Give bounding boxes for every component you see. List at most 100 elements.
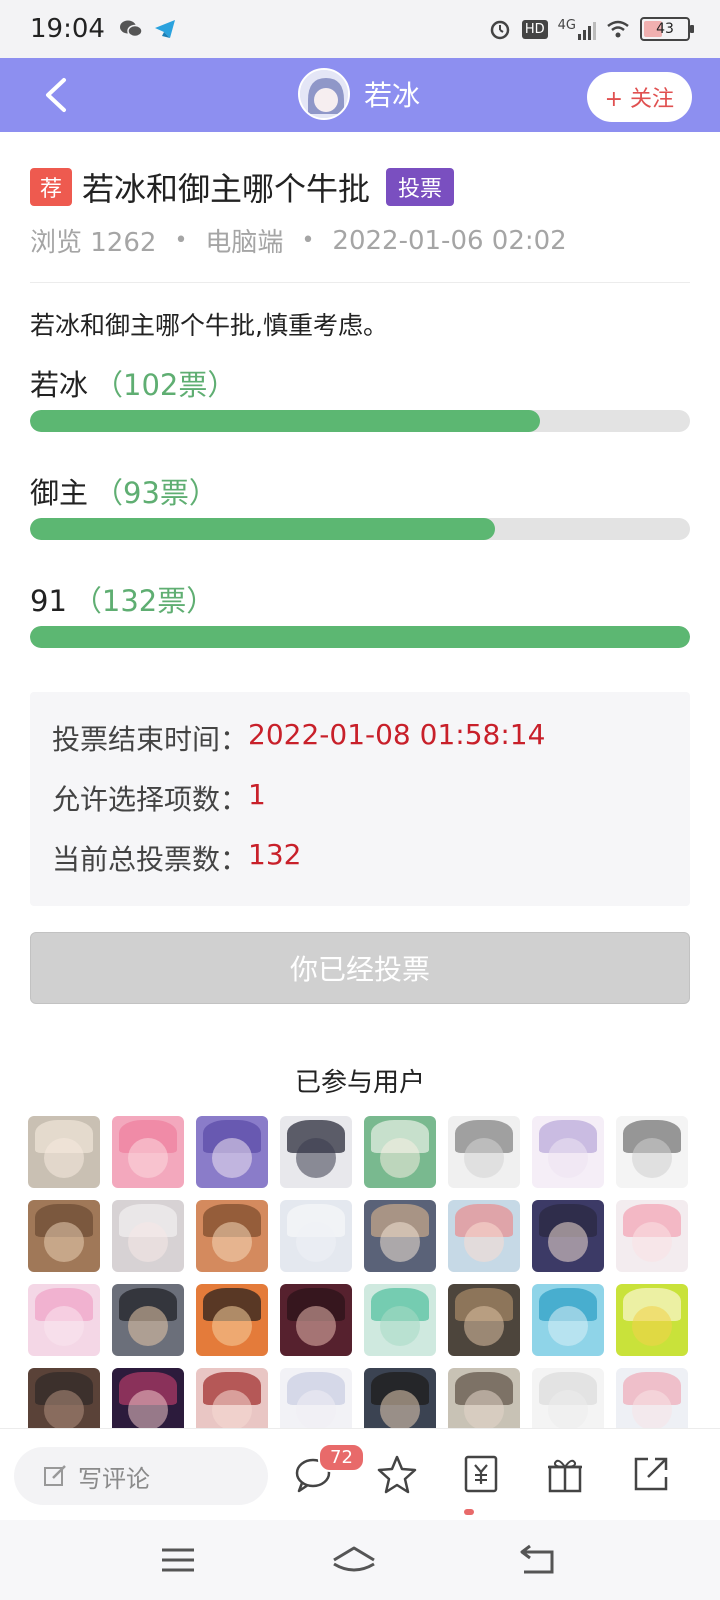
vote-option-count: （102票） — [94, 368, 237, 402]
participant-avatar[interactable] — [364, 1116, 436, 1188]
vote-info-box: 投票结束时间： 2022-01-08 01:58:14 允许选择项数： 1 当前… — [30, 692, 690, 906]
author-avatar[interactable] — [298, 68, 350, 120]
participant-avatar[interactable] — [364, 1284, 436, 1356]
avatar-face-shape — [547, 1137, 589, 1178]
edit-icon — [44, 1465, 66, 1486]
participant-avatar[interactable] — [616, 1116, 688, 1188]
status-time: 19:04 — [30, 14, 105, 44]
allowed-choices-label: 允许选择项数： — [52, 783, 249, 816]
battery-icon: 43 — [640, 17, 694, 41]
post-platform: 电脑端 — [205, 228, 284, 258]
avatar-face-shape — [547, 1305, 589, 1346]
end-time-label: 投票结束时间： — [52, 723, 249, 756]
vote-progress-track — [30, 410, 690, 432]
participant-avatar[interactable] — [532, 1116, 604, 1188]
vote-option-count: （132票） — [72, 584, 216, 618]
participant-avatar[interactable] — [616, 1200, 688, 1272]
participant-avatar[interactable] — [112, 1368, 184, 1428]
participant-avatar[interactable] — [364, 1200, 436, 1272]
back-icon[interactable] — [518, 1542, 558, 1578]
avatar-face-shape — [463, 1137, 505, 1178]
participant-avatar[interactable] — [280, 1116, 352, 1188]
avatar-face-shape — [547, 1389, 589, 1428]
avatar-face-shape — [295, 1389, 337, 1428]
gift-icon[interactable] — [544, 1453, 586, 1495]
network-type: 4G — [557, 18, 576, 33]
vote-type-badge: 投票 — [386, 168, 455, 206]
avatar-face-shape — [631, 1221, 673, 1262]
comment-placeholder: 写评论 — [78, 1464, 150, 1493]
avatar-face-shape — [463, 1389, 505, 1428]
author-info[interactable]: 若冰 — [298, 68, 420, 120]
vote-option: 若冰 （102票） — [30, 362, 690, 432]
share-icon[interactable] — [630, 1453, 672, 1495]
views-count: 浏览 1262 — [30, 228, 157, 258]
meta-separator: • — [301, 228, 315, 253]
avatar-face-shape — [43, 1137, 85, 1178]
avatar-face-shape — [463, 1305, 505, 1346]
avatar-face-shape — [547, 1221, 589, 1262]
system-navigation-bar — [0, 1520, 720, 1600]
avatar-face-shape — [379, 1221, 421, 1262]
meta-separator: • — [174, 228, 188, 253]
participant-avatar[interactable] — [280, 1200, 352, 1272]
avatar-face-shape — [379, 1305, 421, 1346]
comment-count-badge: 72 — [318, 1443, 365, 1472]
participant-avatar[interactable] — [196, 1284, 268, 1356]
participant-avatar[interactable] — [28, 1116, 100, 1188]
avatar-face-shape — [379, 1389, 421, 1428]
participant-avatar[interactable] — [280, 1368, 352, 1428]
participant-avatar[interactable] — [532, 1284, 604, 1356]
participant-avatar[interactable] — [280, 1284, 352, 1356]
avatar-face-shape — [127, 1305, 169, 1346]
post-title-row: 荐 若冰和御主哪个牛批 投票 — [30, 164, 455, 210]
participant-avatar[interactable] — [28, 1200, 100, 1272]
participant-avatar[interactable] — [196, 1116, 268, 1188]
participant-avatar[interactable] — [112, 1200, 184, 1272]
back-arrow-icon[interactable] — [38, 74, 78, 116]
avatar-face-shape — [211, 1389, 253, 1428]
vote-option-count: （93票） — [94, 476, 218, 510]
participant-avatar[interactable] — [28, 1368, 100, 1428]
participant-avatar[interactable] — [112, 1116, 184, 1188]
avatar-face-shape — [631, 1305, 673, 1346]
alarm-icon — [490, 20, 510, 40]
avatar-face-shape — [631, 1137, 673, 1178]
participant-avatar[interactable] — [532, 1200, 604, 1272]
participant-avatar[interactable] — [532, 1368, 604, 1428]
participant-avatar[interactable] — [28, 1284, 100, 1356]
voted-button[interactable]: 你已经投票 — [30, 932, 690, 1004]
wechat-icon — [119, 20, 143, 38]
participants-title: 已参与用户 — [294, 1068, 425, 1098]
participant-avatar[interactable] — [196, 1200, 268, 1272]
status-bar: 19:04 HD 4G 43 — [0, 0, 720, 58]
vote-option: 御主 （93票） — [30, 470, 690, 540]
notification-dot — [464, 1509, 474, 1515]
post-meta: 浏览 1262 • 电脑端 • 2022-01-06 02:02 — [30, 222, 567, 259]
participant-avatar[interactable] — [112, 1284, 184, 1356]
participant-avatar[interactable] — [616, 1284, 688, 1356]
avatar-face-shape — [43, 1221, 85, 1262]
star-icon[interactable] — [376, 1453, 418, 1495]
participant-avatar[interactable] — [448, 1284, 520, 1356]
participant-avatar[interactable] — [448, 1116, 520, 1188]
participant-avatar[interactable] — [448, 1200, 520, 1272]
follow-button[interactable]: + 关注 — [586, 72, 692, 122]
comment-input[interactable]: 写评论 — [14, 1447, 268, 1505]
avatar-face-shape — [295, 1221, 337, 1262]
post-datetime: 2022-01-06 02:02 — [332, 225, 567, 256]
participant-avatar[interactable] — [616, 1368, 688, 1428]
participant-avatar[interactable] — [196, 1368, 268, 1428]
participant-avatar[interactable] — [448, 1368, 520, 1428]
avatar-face-shape — [127, 1137, 169, 1178]
yuan-icon[interactable] — [460, 1453, 502, 1495]
author-name[interactable]: 若冰 — [364, 74, 420, 114]
menu-icon[interactable] — [158, 1542, 198, 1578]
home-icon[interactable] — [330, 1542, 378, 1578]
bottom-action-bar: 写评论 72 — [0, 1428, 720, 1520]
post-title: 若冰和御主哪个牛批 — [82, 170, 371, 208]
avatar-face-shape — [295, 1305, 337, 1346]
avatar-face-shape — [127, 1221, 169, 1262]
avatar-face-shape — [211, 1305, 253, 1346]
participant-avatar[interactable] — [364, 1368, 436, 1428]
